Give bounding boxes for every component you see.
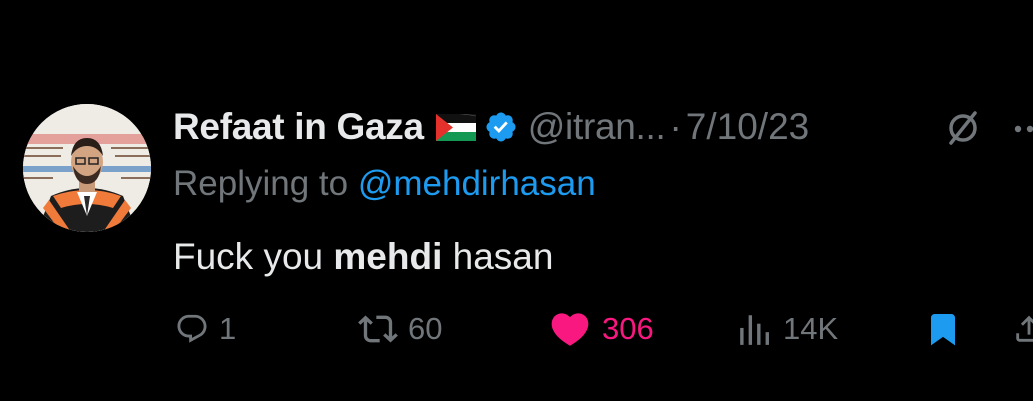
tweet-date[interactable]: 7/10/23 (686, 106, 809, 148)
bookmark-icon (931, 314, 955, 346)
tweet-text-part: Fuck you (173, 236, 334, 277)
avatar[interactable] (23, 104, 151, 232)
reply-count: 1 (219, 311, 237, 346)
palestine-flag-icon (435, 112, 476, 141)
retweet-button[interactable]: 60 (358, 305, 442, 353)
replying-to-mention-link[interactable]: @mehdirhasan (358, 164, 596, 203)
verified-badge-icon[interactable] (484, 110, 518, 144)
retweet-icon (358, 315, 398, 343)
bookmark-button[interactable] (925, 305, 961, 353)
tweet-text: Fuck you mehdi hasan (173, 236, 553, 278)
reply-icon (177, 314, 207, 343)
tweet[interactable]: Refaat in Gaza @itran... · 7/10/23 Reply… (0, 0, 1033, 401)
view-count: 14K (783, 311, 839, 346)
tweet-header: Refaat in Gaza @itran... · 7/10/23 (173, 102, 809, 152)
grok-icon[interactable] (943, 108, 983, 148)
separator-dot: · (669, 106, 682, 147)
tweet-text-part: hasan (442, 236, 554, 277)
like-count: 306 (602, 311, 654, 346)
replying-to-label: Replying to (173, 164, 358, 203)
tweet-text-highlight: mehdi (333, 236, 443, 277)
views-icon (740, 315, 769, 345)
user-handle[interactable]: @itran... (528, 106, 666, 148)
share-button[interactable] (1012, 305, 1033, 353)
replying-to: Replying to @mehdirhasan (173, 164, 596, 204)
like-button[interactable]: 306 (548, 305, 654, 353)
share-icon (1016, 315, 1033, 342)
reply-button[interactable]: 1 (175, 305, 236, 353)
views-button[interactable]: 14K (737, 305, 838, 353)
display-name[interactable]: Refaat in Gaza (173, 106, 424, 148)
more-icon[interactable] (1012, 122, 1033, 134)
action-bar: 1 60 306 14K (0, 305, 1033, 353)
heart-icon (551, 313, 589, 346)
avatar-image (23, 104, 151, 232)
retweet-count: 60 (408, 311, 443, 346)
